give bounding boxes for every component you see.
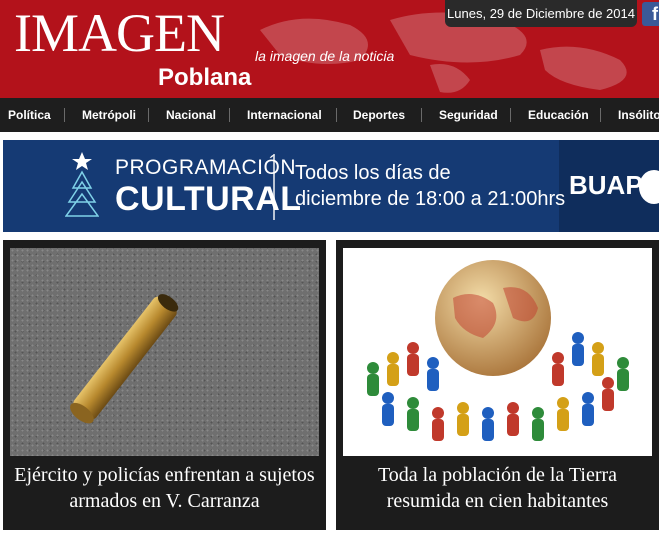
banner-programacion: PROGRAMACIÓN [115, 156, 297, 179]
current-date: Lunes, 29 de Diciembre de 2014 [445, 0, 637, 27]
nav-separator [510, 108, 511, 122]
article-card[interactable]: Toda la población de la Tierra resumida … [336, 240, 659, 530]
nav-item-internacional[interactable]: Internacional [247, 98, 322, 132]
nav-separator [229, 108, 230, 122]
banner-divider [273, 154, 275, 220]
nav-item-educacion[interactable]: Educación [528, 98, 589, 132]
nav-separator [148, 108, 149, 122]
nav-item-deportes[interactable]: Deportes [353, 98, 405, 132]
article-title[interactable]: Toda la población de la Tierra resumida … [343, 456, 652, 530]
nav-item-nacional[interactable]: Nacional [166, 98, 216, 132]
banner-schedule-line1: Todos los días de [295, 162, 451, 184]
article-title[interactable]: Ejército y policías enfrentan a sujetos … [10, 456, 319, 530]
nav-item-seguridad[interactable]: Seguridad [439, 98, 498, 132]
article-image[interactable] [10, 248, 319, 456]
banner-ad[interactable]: PROGRAMACIÓN CULTURAL Todos los días de … [3, 140, 659, 232]
nav-item-insolito[interactable]: Insólito [618, 98, 659, 132]
christmas-tree-icon [65, 152, 99, 217]
nav-separator [64, 108, 65, 122]
bullet-casing-icon [70, 294, 179, 424]
site-logo-subtitle: Poblana [158, 64, 252, 91]
site-tagline: la imagen de la noticia [255, 48, 395, 64]
main-nav: Política Metrópoli Nacional Internaciona… [0, 98, 659, 132]
nav-item-metropoli[interactable]: Metrópoli [82, 98, 136, 132]
nav-item-politica[interactable]: Política [8, 98, 51, 132]
banner-schedule-line2: diciembre de 18:00 a 21:00hrs [295, 188, 566, 210]
article-card[interactable]: Ejército y policías enfrentan a sujetos … [3, 240, 326, 530]
facebook-icon[interactable]: f [642, 2, 659, 26]
article-image[interactable] [343, 248, 652, 456]
banner-sponsor-logo: BUAP [569, 170, 643, 200]
site-header: IMAGEN Poblana la imagen de la noticia L… [0, 0, 659, 98]
nav-separator [600, 108, 601, 122]
site-logo[interactable]: IMAGEN [14, 6, 225, 60]
nav-separator [421, 108, 422, 122]
globe-with-game-pieces-icon [367, 260, 629, 441]
nav-separator [336, 108, 337, 122]
